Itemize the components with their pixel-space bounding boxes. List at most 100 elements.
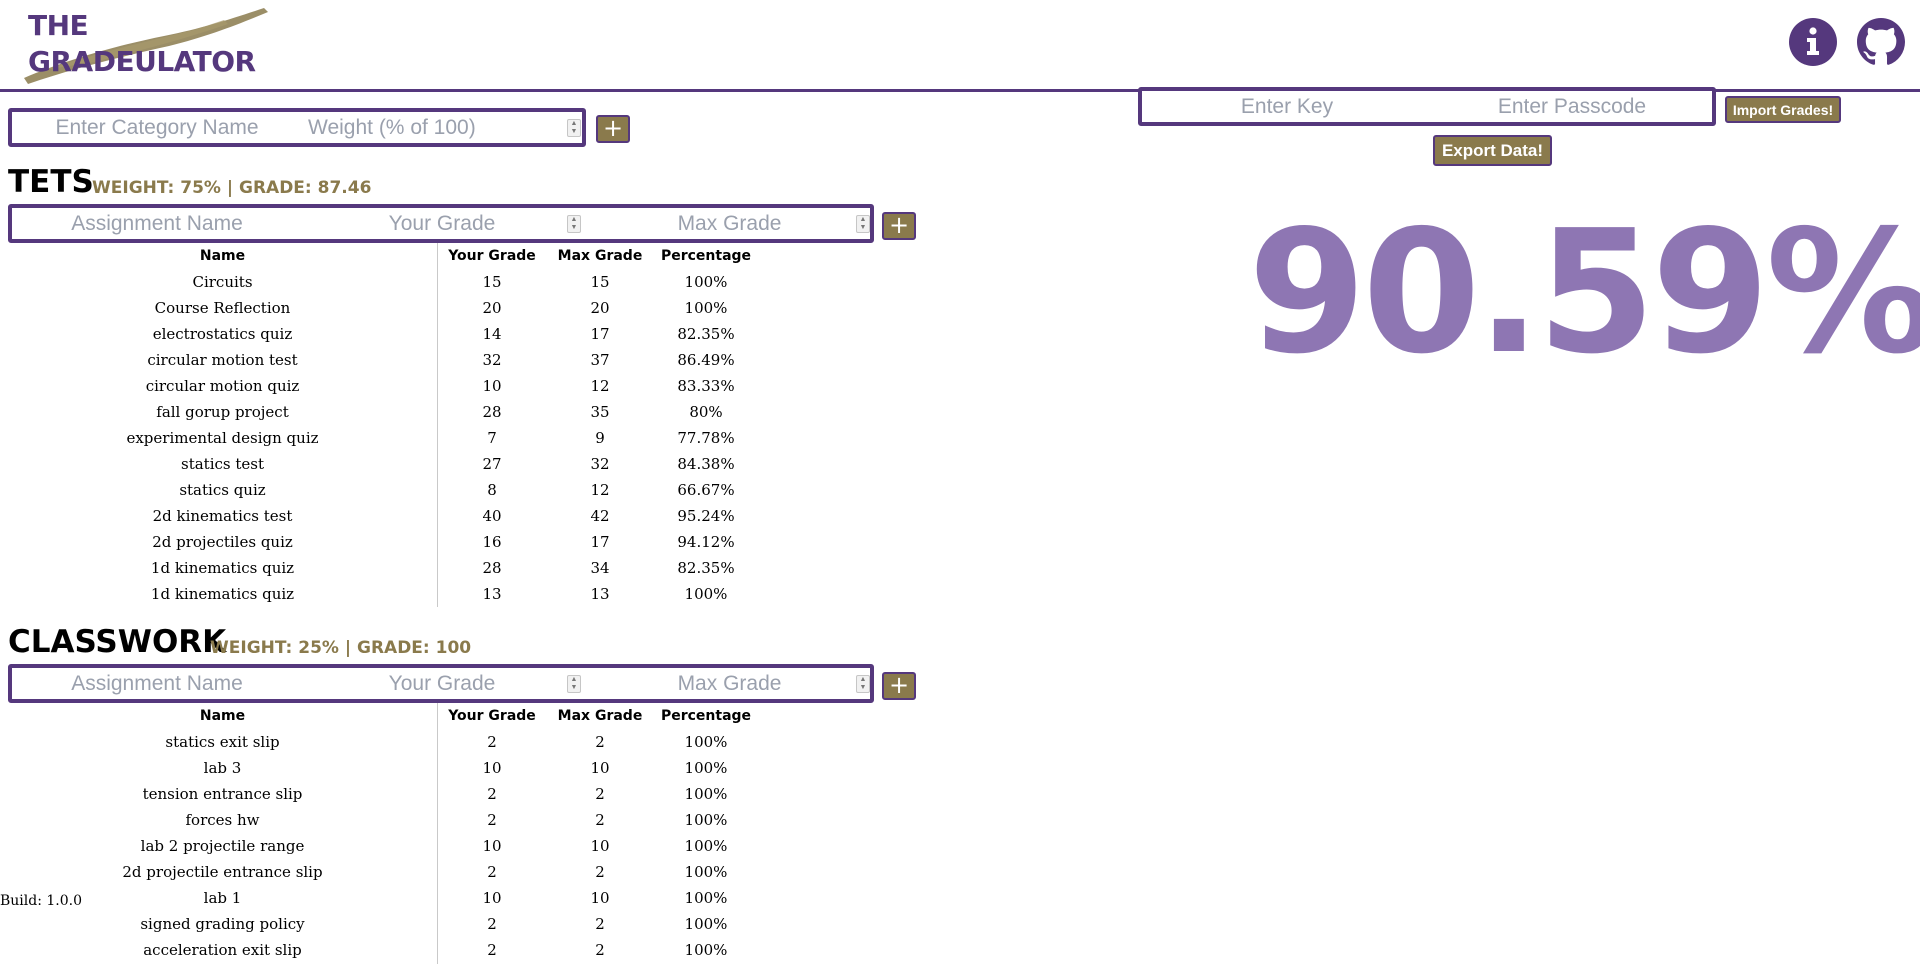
your-grade-cell: 10 — [482, 837, 502, 855]
table-row[interactable]: statics exit slip 2 2 100% — [0, 729, 760, 755]
max-grade-cell: 2 — [595, 811, 605, 829]
table-row[interactable]: 1d kinematics quiz 28 34 82.35% — [0, 555, 760, 581]
max-grade-cell: 34 — [590, 559, 610, 577]
percentage-cell: 83.33% — [677, 377, 735, 395]
table-row[interactable]: acceleration exit slip 2 2 100% — [0, 937, 760, 963]
table-row[interactable]: Circuits 15 15 100% — [0, 269, 760, 295]
header-max-grade: Max Grade — [557, 708, 643, 724]
assignment-name-cell: tension entrance slip — [142, 785, 303, 803]
max-grade-cell: 2 — [595, 941, 605, 959]
percentage-cell: 100% — [684, 759, 728, 777]
table-row[interactable]: lab 1 10 10 100% — [0, 885, 760, 911]
app-logo[interactable]: THE GRADEULATOR — [24, 6, 274, 86]
header-name: Name — [199, 248, 246, 264]
your-grade-cell: 10 — [482, 759, 502, 777]
table-row[interactable]: 2d kinematics test 40 42 95.24% — [0, 503, 760, 529]
assignment-name-cell: Course Reflection — [154, 299, 291, 317]
table-row[interactable]: 2d projectiles quiz 16 17 94.12% — [0, 529, 760, 555]
your-grade-cell: 2 — [487, 941, 497, 959]
weight-spinner[interactable]: ▲ ▼ — [567, 118, 581, 137]
table-row[interactable]: forces hw 2 2 100% — [0, 807, 760, 833]
percentage-cell: 100% — [684, 863, 728, 881]
percentage-cell: 100% — [684, 811, 728, 829]
assignment-name-input[interactable]: Assignment Name — [12, 208, 302, 239]
assignment-name-cell: 2d projectile entrance slip — [122, 863, 323, 881]
table-row[interactable]: statics quiz 8 12 66.67% — [0, 477, 760, 503]
assignment-name-cell: statics exit slip — [165, 733, 280, 751]
max-grade-cell: 10 — [590, 837, 610, 855]
max-grade-cell: 17 — [590, 325, 610, 343]
export-data-button[interactable]: Export Data! — [1433, 135, 1552, 166]
max-grade-cell: 10 — [590, 889, 610, 907]
assignment-max-input[interactable]: Max Grade — [587, 668, 872, 699]
your-grade-cell: 2 — [487, 811, 497, 829]
assignment-name-cell: 1d kinematics quiz — [150, 559, 295, 577]
max-grade-cell: 2 — [595, 915, 605, 933]
your-grade-cell: 2 — [487, 863, 497, 881]
table-row[interactable]: tension entrance slip 2 2 100% — [0, 781, 760, 807]
add-category-button[interactable]: + — [596, 115, 630, 143]
table-row[interactable]: circular motion quiz 10 12 83.33% — [0, 373, 760, 399]
build-version: Build: 1.0.0 — [0, 893, 83, 909]
passcode-input[interactable]: Enter Passcode — [1432, 91, 1712, 122]
max-spinner[interactable]: ▲ ▼ — [856, 674, 870, 693]
category-title: CLASSWORK — [8, 624, 227, 660]
table-row[interactable]: 2d projectile entrance slip 2 2 100% — [0, 859, 760, 885]
table-row[interactable]: fall gorup project 28 35 80% — [0, 399, 760, 425]
percentage-cell: 100% — [684, 785, 728, 803]
max-grade-cell: 35 — [590, 403, 610, 421]
header-percentage: Percentage — [660, 248, 752, 264]
percentage-cell: 100% — [684, 889, 728, 907]
add-assignment-button[interactable]: + — [882, 672, 916, 700]
header-your-grade: Your Grade — [448, 248, 536, 264]
percentage-cell: 100% — [684, 299, 728, 317]
key-input[interactable]: Enter Key — [1142, 91, 1432, 122]
table-row[interactable]: 1d kinematics quiz 13 13 100% — [0, 581, 760, 607]
assignment-grade-input[interactable]: Your Grade — [302, 668, 582, 699]
table-row[interactable]: lab 3 10 10 100% — [0, 755, 760, 781]
your-grade-cell: 32 — [482, 351, 502, 369]
assignment-name-input[interactable]: Assignment Name — [12, 668, 302, 699]
grade-spinner[interactable]: ▲ ▼ — [567, 214, 581, 233]
table-row[interactable]: Course Reflection 20 20 100% — [0, 295, 760, 321]
assignment-grade-input[interactable]: Your Grade — [302, 208, 582, 239]
assignment-input-bar: Assignment Name Your Grade ▲ ▼ Max Grade … — [8, 204, 874, 243]
max-spinner[interactable]: ▲ ▼ — [856, 214, 870, 233]
your-grade-cell: 2 — [487, 915, 497, 933]
github-icon[interactable] — [1857, 18, 1905, 66]
percentage-cell: 80% — [689, 403, 723, 421]
category-name-input[interactable]: Enter Category Name — [12, 112, 302, 143]
your-grade-cell: 7 — [487, 429, 497, 447]
table-header: Name Your Grade Max Grade Percentage — [0, 243, 760, 269]
table-row[interactable]: circular motion test 32 37 86.49% — [0, 347, 760, 373]
percentage-cell: 100% — [684, 733, 728, 751]
add-assignment-button[interactable]: + — [882, 212, 916, 240]
max-grade-cell: 15 — [590, 273, 610, 291]
overall-grade: 90.59% — [1248, 194, 1920, 392]
assignment-max-input[interactable]: Max Grade — [587, 208, 872, 239]
percentage-cell: 77.78% — [677, 429, 735, 447]
max-grade-cell: 2 — [595, 863, 605, 881]
assignment-name-cell: circular motion test — [147, 351, 298, 369]
table-row[interactable]: experimental design quiz 7 9 77.78% — [0, 425, 760, 451]
percentage-cell: 100% — [684, 941, 728, 959]
percentage-cell: 95.24% — [677, 507, 735, 525]
header-max-grade: Max Grade — [557, 248, 643, 264]
assignment-name-cell: electrostatics quiz — [152, 325, 293, 343]
max-grade-cell: 20 — [590, 299, 610, 317]
your-grade-cell: 15 — [482, 273, 502, 291]
assignment-name-cell: forces hw — [185, 811, 260, 829]
assignment-name-cell: experimental design quiz — [126, 429, 319, 447]
your-grade-cell: 8 — [487, 481, 497, 499]
max-grade-cell: 10 — [590, 759, 610, 777]
table-row[interactable]: statics test 27 32 84.38% — [0, 451, 760, 477]
app-header: THE GRADEULATOR — [0, 0, 1920, 92]
table-row[interactable]: lab 2 projectile range 10 10 100% — [0, 833, 760, 859]
grade-spinner[interactable]: ▲ ▼ — [567, 674, 581, 693]
table-row[interactable]: signed grading policy 2 2 100% — [0, 911, 760, 937]
max-grade-cell: 32 — [590, 455, 610, 473]
import-grades-button[interactable]: Import Grades! — [1725, 96, 1841, 123]
category-weight-input[interactable]: Weight (% of 100) — [302, 112, 572, 143]
table-row[interactable]: electrostatics quiz 14 17 82.35% — [0, 321, 760, 347]
info-circle-icon[interactable] — [1789, 18, 1837, 66]
